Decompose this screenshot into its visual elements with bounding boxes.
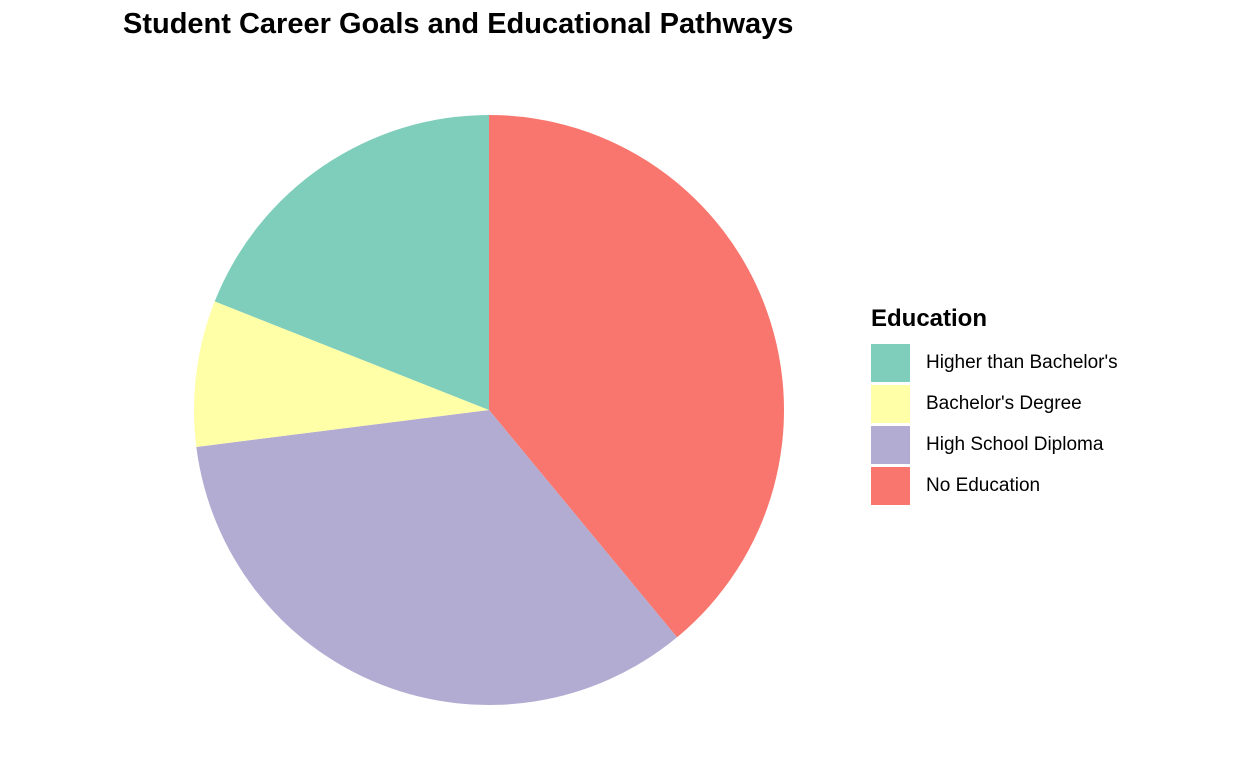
- legend-label-high-school-diploma: High School Diploma: [926, 433, 1104, 455]
- legend-items: Higher than Bachelor's Bachelor's Degree H…: [871, 342, 1118, 506]
- legend-item-bachelor-s-degree: Bachelor's Degree: [871, 383, 1118, 424]
- legend-swatch-higher-than-bachelor-s: [871, 343, 910, 382]
- legend-swatch-high-school-diploma: [871, 425, 910, 464]
- chart-root: Student Career Goals and Educational Pat…: [0, 0, 1259, 778]
- legend-item-higher-than-bachelor-s: Higher than Bachelor's: [871, 342, 1118, 383]
- legend-item-no-education: No Education: [871, 465, 1118, 506]
- legend-label-no-education: No Education: [926, 474, 1041, 496]
- legend-label-higher-than-bachelor-s: Higher than Bachelor's: [926, 351, 1118, 373]
- legend-item-high-school-diploma: High School Diploma: [871, 424, 1118, 465]
- legend: Education Higher than Bachelor's Bachelor…: [871, 305, 1118, 506]
- legend-label-bachelor-s-degree: Bachelor's Degree: [926, 392, 1082, 414]
- legend-swatch-no-education: [871, 466, 910, 505]
- legend-title: Education: [871, 305, 988, 332]
- legend-swatch-bachelor-s-degree: [871, 384, 910, 423]
